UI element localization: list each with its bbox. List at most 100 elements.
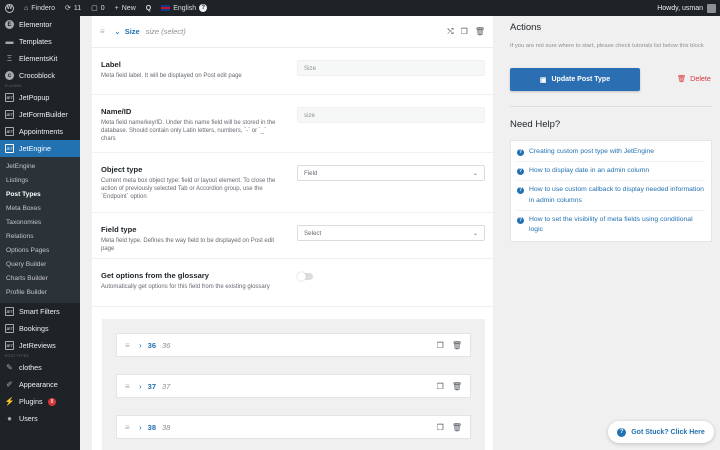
wp-logo-menu[interactable]: W bbox=[0, 0, 19, 16]
trash-icon[interactable]: 🗑 bbox=[452, 341, 462, 350]
drag-handle-icon[interactable]: ≡ bbox=[125, 341, 135, 350]
help-link[interactable]: ? Creating custom post type with JetEngin… bbox=[517, 143, 705, 163]
divider bbox=[510, 106, 712, 107]
option-label: 37 bbox=[162, 381, 171, 391]
copy-icon[interactable]: ❐ bbox=[437, 341, 444, 350]
actions-panel: Actions If you are not sure where to sta… bbox=[501, 16, 720, 450]
field-type-select[interactable]: Select ⌄ bbox=[297, 225, 485, 241]
glossary-row: Get options from the glossary Automatical… bbox=[92, 259, 493, 307]
trash-icon[interactable]: 🗑 bbox=[475, 27, 485, 37]
question-icon: ? bbox=[517, 216, 524, 224]
jet-icon: JET bbox=[5, 144, 14, 153]
option-value: 37 bbox=[147, 381, 157, 391]
refresh-icon: ⟳ bbox=[64, 5, 71, 12]
shuffle-icon[interactable]: ⤭ bbox=[447, 27, 453, 37]
folder-icon: ▬ bbox=[5, 37, 14, 46]
elementskit-icon: Ξ bbox=[6, 54, 13, 63]
site-name-link[interactable]: ⌂ Findero bbox=[19, 0, 60, 16]
pin-icon: ✎ bbox=[6, 363, 13, 372]
sidebar-item-elementor[interactable]: E Elementor bbox=[0, 16, 80, 33]
sidebar-item-jetpopup[interactable]: JET JetPopup bbox=[0, 89, 80, 106]
user-greeting[interactable]: Howdy, usman bbox=[657, 5, 703, 12]
help-link[interactable]: ? How to set the visibility of meta field… bbox=[517, 211, 705, 239]
drag-handle-icon[interactable]: ≡ bbox=[125, 423, 135, 432]
user-icon: ● bbox=[7, 414, 12, 423]
sidebar-item-elementskit[interactable]: Ξ ElementsKit bbox=[0, 50, 80, 67]
submenu-item-taxonomies[interactable]: Taxonomies bbox=[0, 216, 80, 230]
sidebar-item-clothes[interactable]: ✎ clothes bbox=[0, 359, 80, 376]
chevron-right-icon[interactable]: › bbox=[139, 382, 142, 391]
language-switcher[interactable]: English? bbox=[156, 0, 212, 16]
field-type-desc: Meta field type. Defines the way field t… bbox=[101, 238, 275, 253]
sidebar-item-jetengine[interactable]: JET JetEngine bbox=[0, 140, 80, 157]
sidebar-item-appearance[interactable]: ✐ Appearance bbox=[0, 376, 80, 393]
field-name[interactable]: Size bbox=[125, 27, 140, 36]
list-item[interactable]: ≡ › 37 37 ❐ 🗑 bbox=[116, 374, 471, 398]
query-monitor-link[interactable]: Q bbox=[141, 0, 156, 16]
sidebar-item-users[interactable]: ● Users bbox=[0, 410, 80, 427]
submenu-item-jetengine[interactable]: JetEngine bbox=[0, 160, 80, 174]
chevron-right-icon[interactable]: › bbox=[139, 423, 142, 432]
question-icon: ? bbox=[517, 187, 524, 195]
trash-icon[interactable]: 🗑 bbox=[452, 382, 462, 391]
glossary-toggle[interactable] bbox=[297, 272, 313, 281]
help-link[interactable]: ? How to display date in an admin column bbox=[517, 162, 705, 182]
copy-icon[interactable]: ❐ bbox=[437, 382, 444, 391]
list-item[interactable]: ≡ › 38 38 ❐ 🗑 bbox=[116, 415, 471, 439]
plugins-update-badge: 8 bbox=[47, 397, 57, 406]
submenu-item-relations[interactable]: Relations bbox=[0, 230, 80, 244]
new-content-link[interactable]: + New bbox=[110, 0, 141, 16]
avatar[interactable] bbox=[707, 3, 716, 13]
submenu-item-post-types[interactable]: Post Types bbox=[0, 188, 80, 202]
updates-link[interactable]: ⟳ 11 bbox=[60, 0, 86, 16]
label-input[interactable]: Size bbox=[297, 60, 485, 76]
copy-icon[interactable]: ❐ bbox=[437, 423, 444, 432]
comment-icon: ▢ bbox=[91, 5, 98, 12]
submenu-item-listings[interactable]: Listings bbox=[0, 174, 80, 188]
sidebar-item-appointments[interactable]: JET Appointments bbox=[0, 123, 80, 140]
jet-icon: JET bbox=[5, 110, 14, 119]
submenu-item-query-builder[interactable]: Query Builder bbox=[0, 258, 80, 272]
chevron-down-icon[interactable]: ⌄ bbox=[114, 27, 121, 36]
save-icon: ▣ bbox=[539, 76, 547, 84]
comments-link[interactable]: ▢ 0 bbox=[86, 0, 110, 16]
update-post-type-button[interactable]: ▣ Update Post Type bbox=[510, 68, 640, 91]
crocoblock-logo-icon: Q bbox=[145, 4, 152, 12]
uk-flag-icon bbox=[161, 5, 171, 11]
jetengine-submenu: JetEngine Listings Post Types Meta Boxes… bbox=[0, 157, 80, 303]
submenu-item-charts-builder[interactable]: Charts Builder bbox=[0, 272, 80, 286]
drag-handle-icon[interactable]: ≡ bbox=[125, 382, 135, 391]
sidebar-item-plugins[interactable]: ⚡ Plugins 8 bbox=[0, 393, 80, 410]
sidebar-item-crocoblock[interactable]: c Crocoblock bbox=[0, 67, 80, 84]
list-item[interactable]: ≡ › 36 36 ❐ 🗑 bbox=[116, 333, 471, 357]
name-id-title: Name/ID bbox=[101, 107, 132, 116]
jet-icon: JET bbox=[5, 307, 14, 316]
chevron-right-icon[interactable]: › bbox=[139, 341, 142, 350]
glossary-title: Get options from the glossary bbox=[101, 271, 210, 280]
help-link[interactable]: ? How to use custom callback to display n… bbox=[517, 181, 705, 211]
trash-icon[interactable]: 🗑 bbox=[452, 423, 462, 432]
help-links: ? Creating custom post type with JetEngin… bbox=[510, 140, 712, 243]
meta-field-editor: ≡ ⌄ Size size (select) ⤭ ❐ 🗑 Label Meta f… bbox=[92, 16, 493, 450]
got-stuck-button[interactable]: ? Got Stuck? Click Here bbox=[608, 421, 714, 443]
submenu-item-profile-builder[interactable]: Profile Builder bbox=[0, 286, 80, 300]
submenu-item-options-pages[interactable]: Options Pages bbox=[0, 244, 80, 258]
object-type-row: Object type Current meta box object type:… bbox=[92, 153, 493, 213]
sidebar-item-templates[interactable]: ▬ Templates bbox=[0, 33, 80, 50]
object-type-title: Object type bbox=[101, 165, 143, 174]
sidebar-item-bookings[interactable]: JET Bookings bbox=[0, 320, 80, 337]
object-type-select[interactable]: Field ⌄ bbox=[297, 165, 485, 181]
delete-button[interactable]: 🗑 Delete bbox=[677, 74, 711, 83]
submenu-item-meta-boxes[interactable]: Meta Boxes bbox=[0, 202, 80, 216]
option-value: 36 bbox=[147, 340, 157, 350]
sidebar-item-jetreviews[interactable]: JET JetReviews bbox=[0, 337, 80, 354]
name-id-input[interactable]: size bbox=[297, 107, 485, 123]
field-header: ≡ ⌄ Size size (select) ⤭ ❐ 🗑 bbox=[92, 16, 493, 48]
help-icon: ? bbox=[199, 4, 208, 12]
sidebar-item-smart-filters[interactable]: JET Smart Filters bbox=[0, 303, 80, 320]
sidebar-item-jetformbuilder[interactable]: JET JetFormBuilder bbox=[0, 106, 80, 123]
actions-hint: If you are not sure where to start, plea… bbox=[510, 43, 704, 49]
chevron-down-icon: ⌄ bbox=[472, 229, 478, 237]
copy-icon[interactable]: ❐ bbox=[461, 27, 468, 37]
drag-handle-icon[interactable]: ≡ bbox=[100, 27, 110, 36]
